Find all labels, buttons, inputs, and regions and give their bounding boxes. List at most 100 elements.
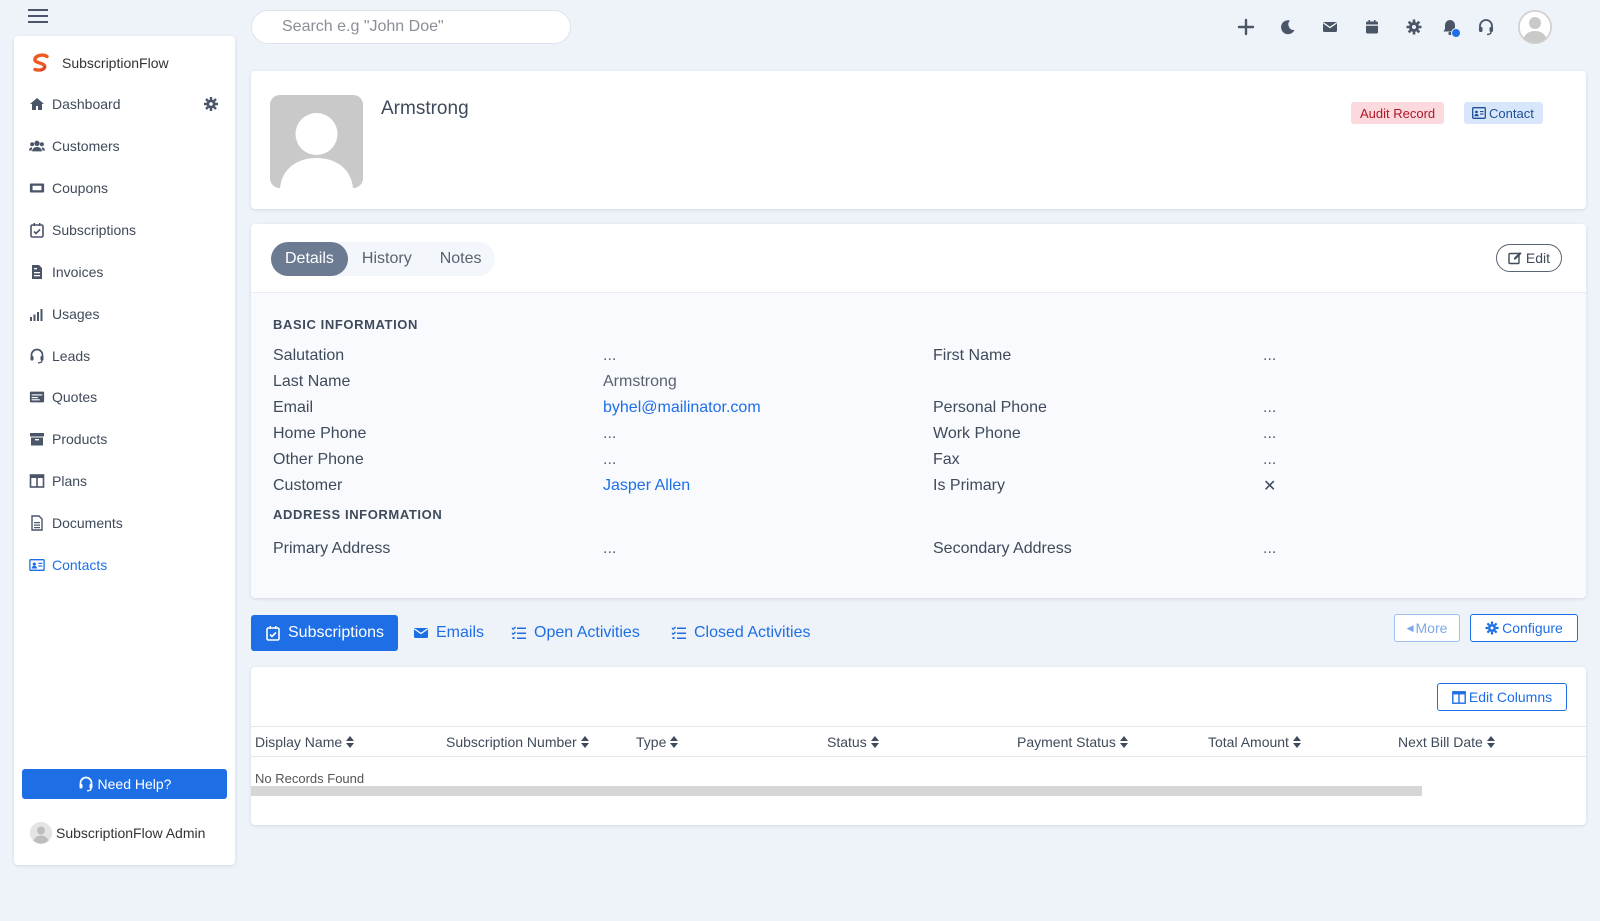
- sort-icon: [670, 736, 679, 748]
- calendar-check-icon: [28, 222, 46, 238]
- fax-value: ...: [1263, 451, 1277, 468]
- column-label: Total Amount: [1208, 734, 1289, 750]
- sidebar-item-products[interactable]: Products: [28, 424, 221, 454]
- sidebar-item-usages[interactable]: Usages: [28, 299, 221, 329]
- tab-subscriptions[interactable]: Subscriptions: [251, 615, 399, 651]
- tab-closed-activities[interactable]: Closed Activities: [657, 615, 825, 651]
- profile-photo: [270, 95, 363, 188]
- primary-address-value: ...: [603, 540, 617, 557]
- sort-icon: [1486, 736, 1495, 748]
- sort-icon: [870, 736, 879, 748]
- sidebar-item-leads[interactable]: Leads: [28, 341, 221, 371]
- tasks-icon: [511, 626, 526, 639]
- column-label: Display Name: [255, 734, 343, 750]
- edit-columns-button[interactable]: Edit Columns: [1437, 683, 1567, 711]
- notification-dot: [1451, 28, 1461, 38]
- gear-icon: [1485, 621, 1499, 635]
- edit-button[interactable]: Edit: [1495, 244, 1562, 272]
- tab-emails[interactable]: Emails: [399, 615, 498, 651]
- sidebar-item-subscriptions[interactable]: Subscriptions: [28, 215, 221, 245]
- contact-badge[interactable]: Contact: [1464, 102, 1543, 124]
- tab-notes[interactable]: Notes: [426, 242, 496, 276]
- sidebar: SubscriptionFlow Dashboard Customers Cou…: [14, 36, 235, 865]
- calendar-icon[interactable]: [1355, 10, 1389, 44]
- last-name-value: Armstrong: [603, 373, 677, 390]
- column-header-display-name[interactable]: Display Name: [255, 734, 355, 750]
- tab-label: Closed Activities: [694, 624, 811, 641]
- sidebar-item-label: Coupons: [52, 180, 109, 196]
- column-header-next-bill-date[interactable]: Next Bill Date: [1398, 734, 1495, 750]
- horizontal-scrollbar[interactable]: [251, 786, 1422, 796]
- users-icon: [28, 138, 46, 154]
- no-records-message: No Records Found: [255, 771, 365, 786]
- column-header-type[interactable]: Type: [636, 734, 679, 750]
- secondary-address-value: ...: [1263, 540, 1277, 557]
- column-label: Next Bill Date: [1398, 734, 1483, 750]
- basic-information-heading: BASIC INFORMATION: [273, 317, 419, 332]
- sidebar-item-invoices[interactable]: Invoices: [28, 257, 221, 287]
- email-label: Email: [273, 399, 314, 416]
- sidebar-item-documents[interactable]: Documents: [28, 508, 221, 538]
- column-header-subscription-number[interactable]: Subscription Number: [446, 734, 589, 750]
- first-name-label: First Name: [933, 347, 1012, 364]
- fax-label: Fax: [933, 451, 960, 468]
- sidebar-item-plans[interactable]: Plans: [28, 466, 221, 496]
- sidebar-item-label: Plans: [52, 473, 88, 489]
- more-button[interactable]: ◀ More: [1394, 614, 1460, 642]
- user-avatar[interactable]: [1518, 10, 1552, 44]
- email-link[interactable]: byhel@mailinator.com: [603, 399, 761, 417]
- need-help-button[interactable]: Need Help?: [22, 769, 227, 799]
- other-phone-label: Other Phone: [273, 451, 364, 468]
- other-phone-value: ...: [603, 451, 617, 468]
- more-label: More: [1415, 620, 1448, 636]
- headset-icon[interactable]: [1469, 10, 1503, 44]
- tab-label: Emails: [436, 624, 485, 641]
- plus-icon[interactable]: [1229, 10, 1263, 44]
- home-icon: [28, 96, 46, 112]
- configure-label: Configure: [1502, 620, 1563, 636]
- need-help-label: Need Help?: [97, 776, 172, 792]
- audit-record-badge[interactable]: Audit Record: [1351, 102, 1445, 124]
- sidebar-item-contacts[interactable]: Contacts: [28, 550, 221, 580]
- columns-icon: [1451, 690, 1466, 704]
- sidebar-item-quotes[interactable]: Quotes: [28, 382, 221, 412]
- sidebar-item-label: Documents: [52, 515, 123, 531]
- caret-left-icon: ◀: [1406, 622, 1414, 633]
- invoice-icon: [28, 264, 46, 280]
- configure-button[interactable]: Configure: [1470, 614, 1578, 642]
- tab-label: Open Activities: [534, 624, 640, 641]
- home-phone-value: ...: [603, 425, 617, 442]
- column-header-payment-status[interactable]: Payment Status: [1017, 734, 1128, 750]
- tab-history[interactable]: History: [348, 242, 426, 276]
- sidebar-item-label: Usages: [52, 306, 100, 322]
- admin-name: SubscriptionFlow Admin: [56, 825, 206, 841]
- id-card-icon: [28, 557, 46, 573]
- details-card: Details History Notes Edit BASIC INFORMA…: [251, 224, 1586, 598]
- column-header-total-amount[interactable]: Total Amount: [1208, 734, 1301, 750]
- column-header-status[interactable]: Status: [827, 734, 879, 750]
- contact-name: Armstrong: [381, 98, 469, 119]
- sidebar-item-dashboard[interactable]: Dashboard: [28, 89, 221, 119]
- admin-profile[interactable]: SubscriptionFlow Admin: [30, 822, 205, 844]
- tab-open-activities[interactable]: Open Activities: [497, 615, 654, 651]
- ticket-icon: [28, 180, 46, 196]
- admin-avatar: [30, 822, 52, 844]
- edit-label: Edit: [1525, 250, 1550, 266]
- hamburger-icon[interactable]: [28, 9, 48, 23]
- bell-icon[interactable]: [1433, 10, 1467, 44]
- sidebar-item-coupons[interactable]: Coupons: [28, 173, 221, 203]
- gear-icon[interactable]: [1397, 10, 1431, 44]
- search-input[interactable]: [251, 10, 571, 44]
- sidebar-item-customers[interactable]: Customers: [28, 131, 221, 161]
- envelope-icon[interactable]: [1313, 10, 1347, 44]
- envelope-icon: [414, 628, 428, 638]
- subscriptionflow-logo: [33, 53, 49, 72]
- moon-icon[interactable]: [1271, 10, 1305, 44]
- sort-icon: [1119, 736, 1128, 748]
- customer-link[interactable]: Jasper Allen: [603, 477, 690, 495]
- brand[interactable]: SubscriptionFlow: [30, 52, 169, 74]
- subscriptions-table-card: Edit Columns Display Name Subscription N…: [251, 667, 1586, 825]
- table-header: Display Name Subscription Number Type St…: [251, 726, 1586, 757]
- tab-details[interactable]: Details: [271, 242, 348, 276]
- dashboard-settings-icon[interactable]: [203, 96, 219, 112]
